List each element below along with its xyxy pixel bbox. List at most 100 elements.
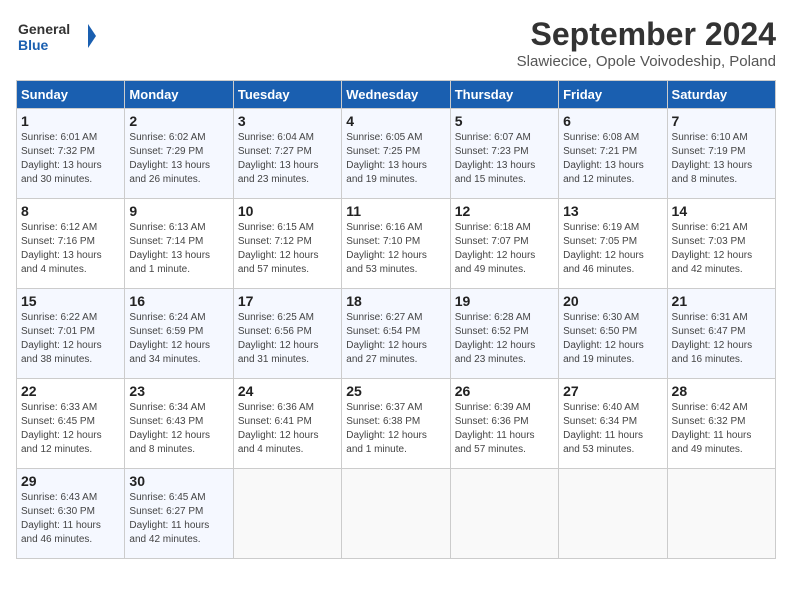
calendar-cell: 9 Sunrise: 6:13 AM Sunset: 7:14 PM Daylig…: [125, 199, 233, 289]
calendar-cell: 28Sunrise: 6:42 AM Sunset: 6:32 PM Dayli…: [667, 379, 775, 469]
day-content: Sunrise: 6:18 AM Sunset: 7:07 PM Dayligh…: [455, 221, 554, 277]
day-number: 15: [21, 293, 120, 309]
calendar-cell: 26Sunrise: 6:39 AM Sunset: 6:36 PM Dayli…: [450, 379, 558, 469]
calendar-cell: 20 Sunrise: 6:30 AM Sunset: 6:50 PM Dayli…: [559, 289, 667, 379]
calendar-cell: 6Sunrise: 6:08 AM Sunset: 7:21 PM Daylig…: [559, 109, 667, 199]
calendar-cell: [559, 469, 667, 559]
day-number: 7: [672, 113, 771, 129]
day-content: Sunrise: 6:45 AM Sunset: 6:27 PM Dayligh…: [129, 491, 228, 547]
day-number: 5: [455, 113, 554, 129]
logo: General Blue: [16, 16, 96, 56]
day-number: 27: [563, 383, 662, 399]
day-content: Sunrise: 6:25 AM Sunset: 6:56 PM Dayligh…: [238, 311, 337, 367]
day-number: 14: [672, 203, 771, 219]
calendar-cell: [342, 469, 450, 559]
day-content: Sunrise: 6:07 AM Sunset: 7:23 PM Dayligh…: [455, 131, 554, 187]
calendar-cell: 2Sunrise: 6:02 AM Sunset: 7:29 PM Daylig…: [125, 109, 233, 199]
day-content: Sunrise: 6:37 AM Sunset: 6:38 PM Dayligh…: [346, 401, 445, 457]
day-content: Sunrise: 6:36 AM Sunset: 6:41 PM Dayligh…: [238, 401, 337, 457]
day-content: Sunrise: 6:42 AM Sunset: 6:32 PM Dayligh…: [672, 401, 771, 457]
day-content: Sunrise: 6:15 AM Sunset: 7:12 PM Dayligh…: [238, 221, 337, 277]
calendar-cell: 30 Sunrise: 6:45 AM Sunset: 6:27 PM Dayli…: [125, 469, 233, 559]
day-number: 12: [455, 203, 554, 219]
title-area: September 2024 Slawiecice, Opole Voivode…: [517, 16, 776, 70]
day-number: 18: [346, 293, 445, 309]
day-number: 21: [672, 293, 771, 309]
day-content: Sunrise: 6:30 AM Sunset: 6:50 PM Dayligh…: [563, 311, 662, 367]
calendar-cell: 5 Sunrise: 6:07 AM Sunset: 7:23 PM Daylig…: [450, 109, 558, 199]
day-content: Sunrise: 6:12 AM Sunset: 7:16 PM Dayligh…: [21, 221, 120, 277]
day-number: 30: [129, 473, 228, 489]
day-number: 29: [21, 473, 120, 489]
day-content: Sunrise: 6:22 AM Sunset: 7:01 PM Dayligh…: [21, 311, 120, 367]
weekday-header-friday: Friday: [559, 81, 667, 109]
calendar-cell: 14 Sunrise: 6:21 AM Sunset: 7:03 PM Dayli…: [667, 199, 775, 289]
day-number: 20: [563, 293, 662, 309]
day-content: Sunrise: 6:02 AM Sunset: 7:29 PM Dayligh…: [129, 131, 228, 187]
day-content: Sunrise: 6:21 AM Sunset: 7:03 PM Dayligh…: [672, 221, 771, 277]
day-content: Sunrise: 6:01 AM Sunset: 7:32 PM Dayligh…: [21, 131, 120, 187]
calendar-cell: 24 Sunrise: 6:36 AM Sunset: 6:41 PM Dayli…: [233, 379, 341, 469]
calendar-cell: 27 Sunrise: 6:40 AM Sunset: 6:34 PM Dayli…: [559, 379, 667, 469]
day-content: Sunrise: 6:13 AM Sunset: 7:14 PM Dayligh…: [129, 221, 228, 277]
day-number: 8: [21, 203, 120, 219]
calendar-cell: 4Sunrise: 6:05 AM Sunset: 7:25 PM Daylig…: [342, 109, 450, 199]
calendar-subtitle: Slawiecice, Opole Voivodeship, Poland: [517, 53, 776, 70]
calendar-cell: 23Sunrise: 6:34 AM Sunset: 6:43 PM Dayli…: [125, 379, 233, 469]
calendar-cell: 25 Sunrise: 6:37 AM Sunset: 6:38 PM Dayli…: [342, 379, 450, 469]
calendar-table: SundayMondayTuesdayWednesdayThursdayFrid…: [16, 80, 776, 559]
calendar-cell: [450, 469, 558, 559]
calendar-week-row: 1Sunrise: 6:01 AM Sunset: 7:32 PM Daylig…: [17, 109, 776, 199]
day-number: 22: [21, 383, 120, 399]
day-content: Sunrise: 6:04 AM Sunset: 7:27 PM Dayligh…: [238, 131, 337, 187]
weekday-header-monday: Monday: [125, 81, 233, 109]
weekday-header-tuesday: Tuesday: [233, 81, 341, 109]
calendar-week-row: 29 Sunrise: 6:43 AM Sunset: 6:30 PM Dayli…: [17, 469, 776, 559]
calendar-title: September 2024: [517, 16, 776, 53]
day-content: Sunrise: 6:31 AM Sunset: 6:47 PM Dayligh…: [672, 311, 771, 367]
day-number: 4: [346, 113, 445, 129]
day-number: 19: [455, 293, 554, 309]
day-number: 9: [129, 203, 228, 219]
calendar-cell: 1Sunrise: 6:01 AM Sunset: 7:32 PM Daylig…: [17, 109, 125, 199]
weekday-header-row: SundayMondayTuesdayWednesdayThursdayFrid…: [17, 81, 776, 109]
calendar-cell: 12 Sunrise: 6:18 AM Sunset: 7:07 PM Dayli…: [450, 199, 558, 289]
logo-svg: General Blue: [16, 16, 96, 56]
calendar-cell: 10 Sunrise: 6:15 AM Sunset: 7:12 PM Dayli…: [233, 199, 341, 289]
day-content: Sunrise: 6:43 AM Sunset: 6:30 PM Dayligh…: [21, 491, 120, 547]
day-number: 17: [238, 293, 337, 309]
day-number: 10: [238, 203, 337, 219]
calendar-cell: 13 Sunrise: 6:19 AM Sunset: 7:05 PM Dayli…: [559, 199, 667, 289]
calendar-week-row: 8 Sunrise: 6:12 AM Sunset: 7:16 PM Daylig…: [17, 199, 776, 289]
page-header: General Blue September 2024 Slawiecice, …: [16, 16, 776, 70]
calendar-cell: [233, 469, 341, 559]
day-content: Sunrise: 6:16 AM Sunset: 7:10 PM Dayligh…: [346, 221, 445, 277]
svg-text:Blue: Blue: [18, 37, 49, 53]
day-content: Sunrise: 6:40 AM Sunset: 6:34 PM Dayligh…: [563, 401, 662, 457]
day-number: 13: [563, 203, 662, 219]
day-content: Sunrise: 6:33 AM Sunset: 6:45 PM Dayligh…: [21, 401, 120, 457]
calendar-cell: 19Sunrise: 6:28 AM Sunset: 6:52 PM Dayli…: [450, 289, 558, 379]
calendar-week-row: 22 Sunrise: 6:33 AM Sunset: 6:45 PM Dayli…: [17, 379, 776, 469]
day-number: 24: [238, 383, 337, 399]
day-number: 6: [563, 113, 662, 129]
calendar-cell: 21 Sunrise: 6:31 AM Sunset: 6:47 PM Dayli…: [667, 289, 775, 379]
calendar-cell: 29 Sunrise: 6:43 AM Sunset: 6:30 PM Dayli…: [17, 469, 125, 559]
calendar-week-row: 15 Sunrise: 6:22 AM Sunset: 7:01 PM Dayli…: [17, 289, 776, 379]
day-number: 11: [346, 203, 445, 219]
calendar-cell: 17 Sunrise: 6:25 AM Sunset: 6:56 PM Dayli…: [233, 289, 341, 379]
day-number: 25: [346, 383, 445, 399]
weekday-header-wednesday: Wednesday: [342, 81, 450, 109]
calendar-cell: 11 Sunrise: 6:16 AM Sunset: 7:10 PM Dayli…: [342, 199, 450, 289]
calendar-cell: 22 Sunrise: 6:33 AM Sunset: 6:45 PM Dayli…: [17, 379, 125, 469]
calendar-cell: 18 Sunrise: 6:27 AM Sunset: 6:54 PM Dayli…: [342, 289, 450, 379]
calendar-cell: 7 Sunrise: 6:10 AM Sunset: 7:19 PM Daylig…: [667, 109, 775, 199]
weekday-header-saturday: Saturday: [667, 81, 775, 109]
day-content: Sunrise: 6:19 AM Sunset: 7:05 PM Dayligh…: [563, 221, 662, 277]
day-content: Sunrise: 6:10 AM Sunset: 7:19 PM Dayligh…: [672, 131, 771, 187]
day-content: Sunrise: 6:39 AM Sunset: 6:36 PM Dayligh…: [455, 401, 554, 457]
day-content: Sunrise: 6:34 AM Sunset: 6:43 PM Dayligh…: [129, 401, 228, 457]
weekday-header-sunday: Sunday: [17, 81, 125, 109]
day-content: Sunrise: 6:27 AM Sunset: 6:54 PM Dayligh…: [346, 311, 445, 367]
calendar-cell: 3Sunrise: 6:04 AM Sunset: 7:27 PM Daylig…: [233, 109, 341, 199]
